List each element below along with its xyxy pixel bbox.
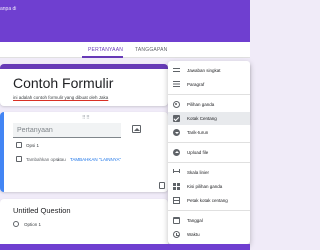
menu-item-label: Kotak Centang (187, 115, 217, 121)
menu-item-time[interactable]: Waktu (168, 228, 250, 241)
question-placeholder: Pertanyaan (17, 127, 53, 134)
dropdown-icon (173, 129, 180, 136)
menu-item-label: Tanggal (187, 217, 203, 223)
add-image-icon[interactable] (132, 125, 141, 133)
question-type-menu: Jawaban singkat Paragraf Pilihan ganda K… (168, 61, 250, 244)
add-option-checkbox-icon (16, 156, 22, 162)
bottom-accent-bar (0, 244, 250, 250)
short-answer-icon (173, 68, 180, 72)
option-1-label[interactable]: Opsi 1 (26, 143, 39, 148)
menu-item-label: Pilihan ganda (187, 101, 215, 107)
tab-responses[interactable]: TANGGAPAN (135, 47, 167, 53)
duplicate-icon[interactable] (159, 182, 165, 189)
menu-item-checkboxes[interactable]: Kotak Centang (168, 112, 250, 125)
menu-item-label: Tarik-turun (187, 129, 209, 135)
form-description[interactable]: ini adalah contoh formulir yang dibuat o… (13, 95, 108, 100)
menu-item-paragraph[interactable]: Paragraf (168, 78, 250, 91)
menu-divider (168, 142, 250, 143)
menu-item-label: Jawaban singkat (187, 67, 221, 73)
menu-item-label: Kisi pilihan ganda (187, 183, 223, 189)
question-card[interactable]: ⠿⠿ Pertanyaan Opsi 1 Tambahkan opsi atau… (0, 112, 168, 192)
question-2-option-1[interactable]: Option 1 (24, 222, 41, 227)
grid-icon (173, 183, 180, 190)
drag-handle-icon[interactable]: ⠿⠿ (82, 115, 90, 121)
menu-item-short-answer[interactable]: Jawaban singkat (168, 64, 250, 77)
menu-item-label: Petak kotak centang (187, 197, 228, 203)
menu-item-checkbox-grid[interactable]: Petak kotak centang (168, 194, 250, 207)
paragraph-icon (173, 81, 180, 88)
tab-questions[interactable]: PERTANYAAN (88, 47, 123, 53)
option-checkbox-icon (16, 142, 22, 148)
menu-item-multiple-choice[interactable]: Pilihan ganda (168, 98, 250, 111)
checkbox-icon (173, 115, 180, 122)
menu-item-date[interactable]: Tanggal (168, 214, 250, 227)
menu-item-upload-file[interactable]: Upload file (168, 146, 250, 159)
date-icon (173, 217, 180, 224)
form-title[interactable]: Contoh Formulir (13, 75, 113, 91)
active-tab-indicator (82, 56, 123, 58)
checkbox-grid-icon (173, 197, 180, 204)
add-option-link[interactable]: Tambahkan opsi (26, 157, 59, 162)
question-2-title[interactable]: Untitled Question (13, 206, 71, 215)
form-title-card[interactable]: Contoh Formulir ini adalah contoh formul… (0, 64, 168, 106)
menu-item-label: Paragraf (187, 81, 205, 87)
menu-item-linear-scale[interactable]: Skala linier (168, 166, 250, 179)
radio-icon (173, 101, 180, 108)
add-option-separator: atau (57, 157, 66, 162)
linear-scale-icon (173, 169, 180, 175)
menu-divider (168, 210, 250, 211)
upload-icon (173, 149, 180, 156)
doc-title: anpa di (0, 6, 17, 12)
tab-bar: PERTANYAAN TANGGAPAN (0, 42, 250, 58)
menu-item-label: Upload file (187, 149, 209, 155)
time-icon (173, 231, 180, 238)
add-other-link[interactable]: TAMBAHKAN "LAINNYA" (70, 157, 121, 162)
question-title-input[interactable]: Pertanyaan (13, 123, 121, 138)
menu-item-dropdown[interactable]: Tarik-turun (168, 126, 250, 139)
menu-item-label: Waktu (187, 231, 200, 237)
question-card-2[interactable]: Untitled Question Option 1 (0, 199, 168, 250)
menu-divider (168, 94, 250, 95)
menu-item-label: Skala linier (187, 169, 210, 175)
top-app-bar: anpa di (0, 0, 250, 42)
menu-item-multiple-choice-grid[interactable]: Kisi pilihan ganda (168, 180, 250, 193)
menu-divider (168, 162, 250, 163)
radio-option-icon (13, 221, 19, 227)
